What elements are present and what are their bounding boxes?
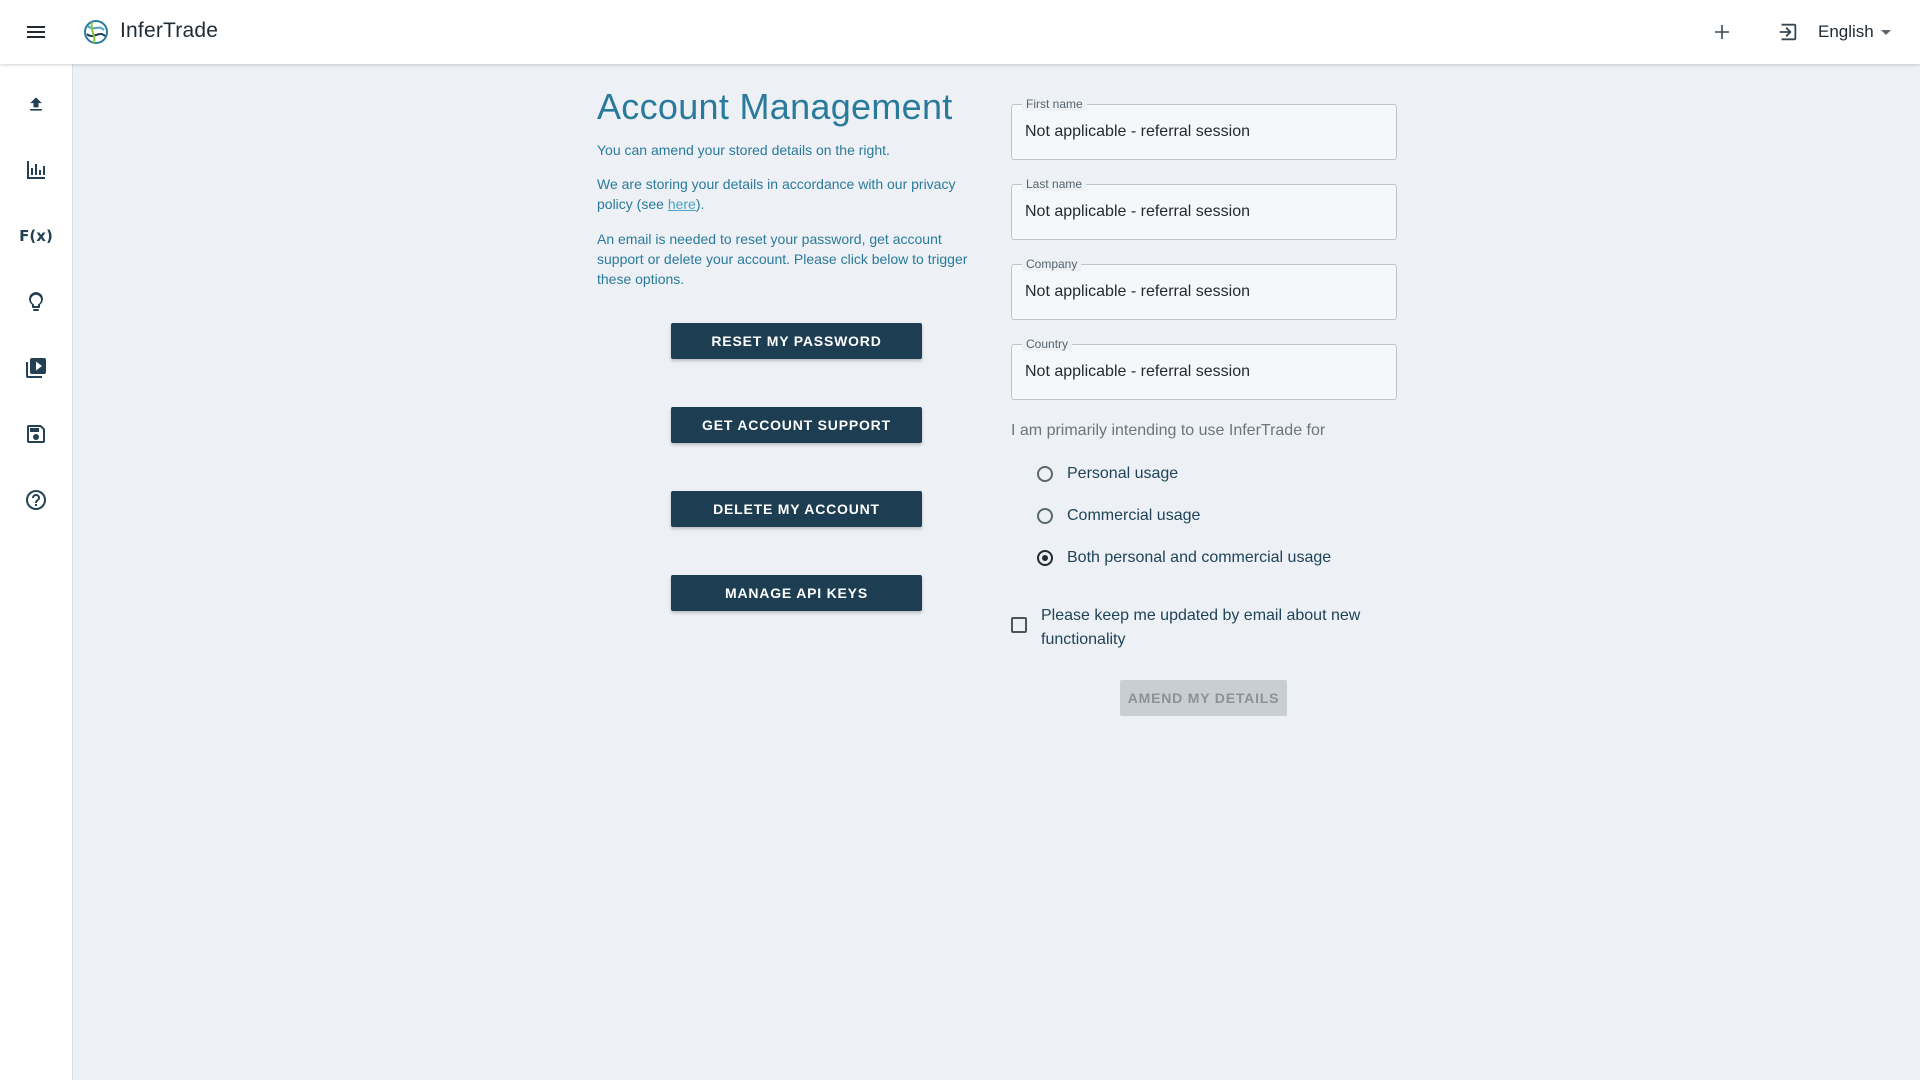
save-icon (27, 425, 45, 443)
company-field: Company (1011, 257, 1397, 320)
top-app-bar: InferTrade English (0, 0, 1920, 64)
usage-option-commercial[interactable]: Commercial usage (1037, 502, 1200, 530)
manage-api-keys-button[interactable]: MANAGE API KEYS (671, 575, 922, 611)
language-selector[interactable]: English (1818, 20, 1892, 44)
amend-details-button[interactable]: AMEND MY DETAILS (1120, 680, 1287, 716)
radio-label: Commercial usage (1067, 507, 1201, 524)
infertrade-logo-icon (84, 20, 108, 44)
delete-account-button[interactable]: DELETE MY ACCOUNT (671, 491, 922, 527)
intro-text: You can amend your stored details on the… (597, 142, 890, 158)
usage-question: I am primarily intending to use InferTra… (1011, 422, 1326, 439)
sidebar-item-functions[interactable]: F(x) (16, 216, 56, 256)
login-button[interactable] (1768, 12, 1808, 52)
first-name-input[interactable] (1025, 121, 1375, 143)
upload-icon (30, 97, 42, 111)
email-note-text: An email is needed to reset your passwor… (597, 231, 968, 287)
usage-option-both[interactable]: Both personal and commercial usage (1037, 544, 1331, 572)
country-field: Country (1011, 337, 1397, 400)
sidebar-item-save[interactable] (16, 414, 56, 454)
newsletter-checkbox[interactable] (1011, 617, 1027, 633)
last-name-field: Last name (1011, 177, 1397, 240)
first-name-label: First name (1022, 97, 1087, 111)
help-icon (26, 490, 46, 510)
radio-button-selected[interactable] (1037, 550, 1053, 566)
bar-chart-icon (27, 161, 45, 179)
privacy-policy-link[interactable]: here (668, 196, 696, 212)
login-icon (1779, 23, 1797, 41)
radio-button[interactable] (1037, 466, 1053, 482)
radio-button[interactable] (1037, 508, 1053, 524)
country-input[interactable] (1025, 361, 1375, 383)
radio-label: Both personal and commercial usage (1067, 549, 1332, 566)
privacy-text-before: We are storing your details in accordanc… (597, 176, 956, 212)
app-name[interactable]: InferTrade (120, 19, 218, 43)
lightbulb-icon (29, 292, 43, 311)
company-input[interactable] (1025, 281, 1375, 303)
account-info-panel: Account Management You can amend your st… (597, 84, 977, 611)
last-name-input[interactable] (1025, 201, 1375, 223)
caret-down-icon (1880, 30, 1891, 35)
add-button[interactable] (1702, 12, 1742, 52)
sidebar-item-charts[interactable] (16, 150, 56, 190)
newsletter-option[interactable]: Please keep me updated by email about ne… (1011, 604, 1397, 652)
first-name-field: First name (1011, 97, 1397, 160)
newsletter-label: Please keep me updated by email about ne… (1041, 607, 1361, 648)
privacy-text-after: ). (695, 196, 705, 212)
privacy-text: We are storing your details in accordanc… (597, 174, 977, 214)
menu-icon (27, 26, 45, 38)
plus-icon (1715, 25, 1729, 39)
account-support-button[interactable]: GET ACCOUNT SUPPORT (671, 407, 922, 443)
company-label: Company (1022, 257, 1082, 271)
language-label: English (1818, 22, 1874, 41)
radio-label: Personal usage (1067, 465, 1179, 482)
side-navigation: F(x) (0, 64, 73, 1080)
reset-password-button[interactable]: RESET MY PASSWORD (671, 323, 922, 359)
usage-option-personal[interactable]: Personal usage (1037, 460, 1178, 488)
menu-button[interactable] (16, 12, 56, 52)
video-library-icon (26, 358, 46, 378)
sidebar-item-ideas[interactable] (16, 282, 56, 322)
sidebar-item-upload[interactable] (16, 84, 56, 124)
last-name-label: Last name (1022, 177, 1087, 191)
page-title: Account Management (597, 86, 953, 127)
function-icon: F(x) (19, 227, 53, 245)
sidebar-item-help[interactable] (16, 480, 56, 520)
sidebar-item-videos[interactable] (16, 348, 56, 388)
country-label: Country (1022, 337, 1073, 351)
